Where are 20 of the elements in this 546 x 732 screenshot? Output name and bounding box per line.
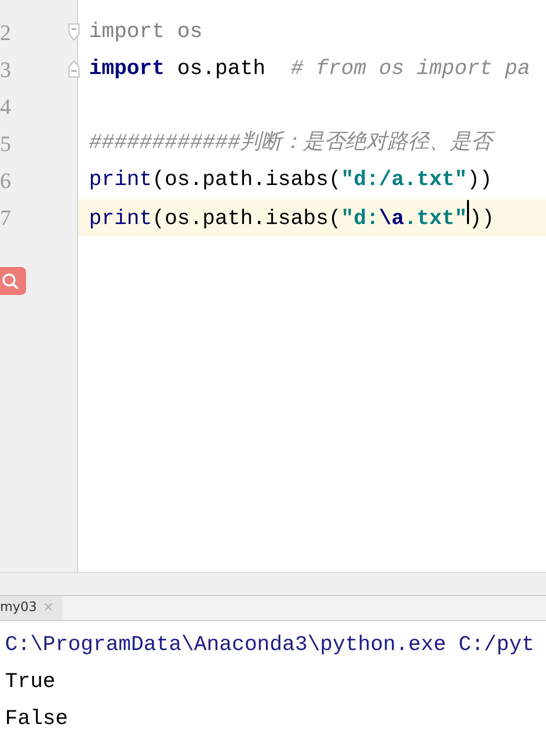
search-button[interactable] <box>0 267 26 295</box>
code-line: import os <box>89 20 202 46</box>
text-cursor <box>467 200 470 224</box>
line-number: 4 <box>0 93 11 121</box>
fold-marker-icon[interactable] <box>68 22 80 42</box>
line-number: 5 <box>0 130 11 158</box>
line-number: 6 <box>0 167 11 195</box>
code-line: print(os.path.isabs("d:\a.txt")) <box>89 200 494 236</box>
fold-marker-icon[interactable] <box>68 59 80 79</box>
code-line: print(os.path.isabs("d:/a.txt")) <box>89 168 492 194</box>
line-number: 7 <box>0 204 11 232</box>
code-line: ############判断：是否绝对路径、是否 <box>89 128 492 160</box>
output-text: False <box>5 706 68 732</box>
console-tab[interactable]: my03 × <box>0 596 62 620</box>
line-number: 2 <box>0 19 11 47</box>
code-line: import os.path # from os import pa <box>89 56 530 83</box>
command-line-text: C:\ProgramData\Anaconda3\python.exe C:/pyt <box>5 632 534 659</box>
output-text: True <box>5 670 56 696</box>
search-icon <box>1 272 19 290</box>
line-number: 3 <box>0 56 11 84</box>
